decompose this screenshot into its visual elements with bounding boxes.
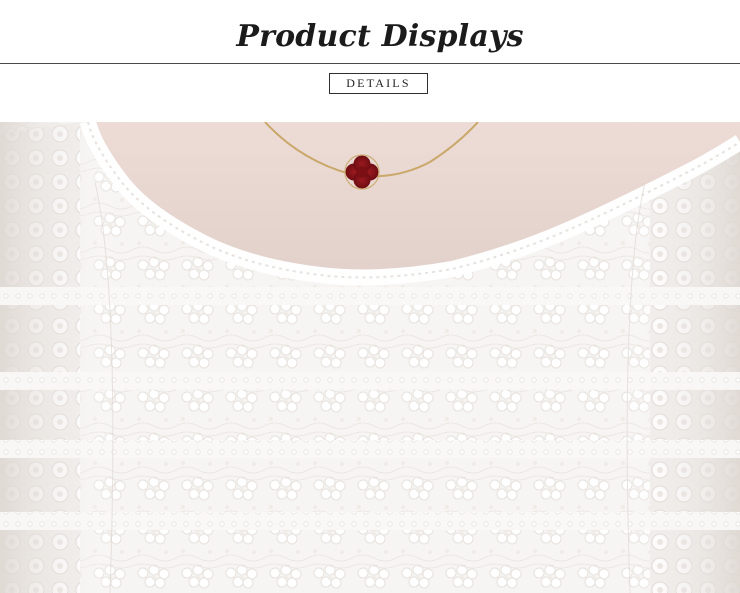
product-photo xyxy=(0,122,740,593)
lace-top-photo xyxy=(0,122,740,593)
clover-pendant xyxy=(344,154,380,190)
divider-line-left xyxy=(0,63,229,64)
divider-line-center xyxy=(229,63,530,64)
divider-line-right xyxy=(530,63,740,64)
details-badge: DETAILS xyxy=(329,73,428,94)
section-header: Product Displays DETAILS xyxy=(0,0,740,122)
details-badge-label: DETAILS xyxy=(346,76,411,90)
page-title: Product Displays xyxy=(236,19,524,54)
product-display-page: Product Displays DETAILS xyxy=(0,0,740,593)
